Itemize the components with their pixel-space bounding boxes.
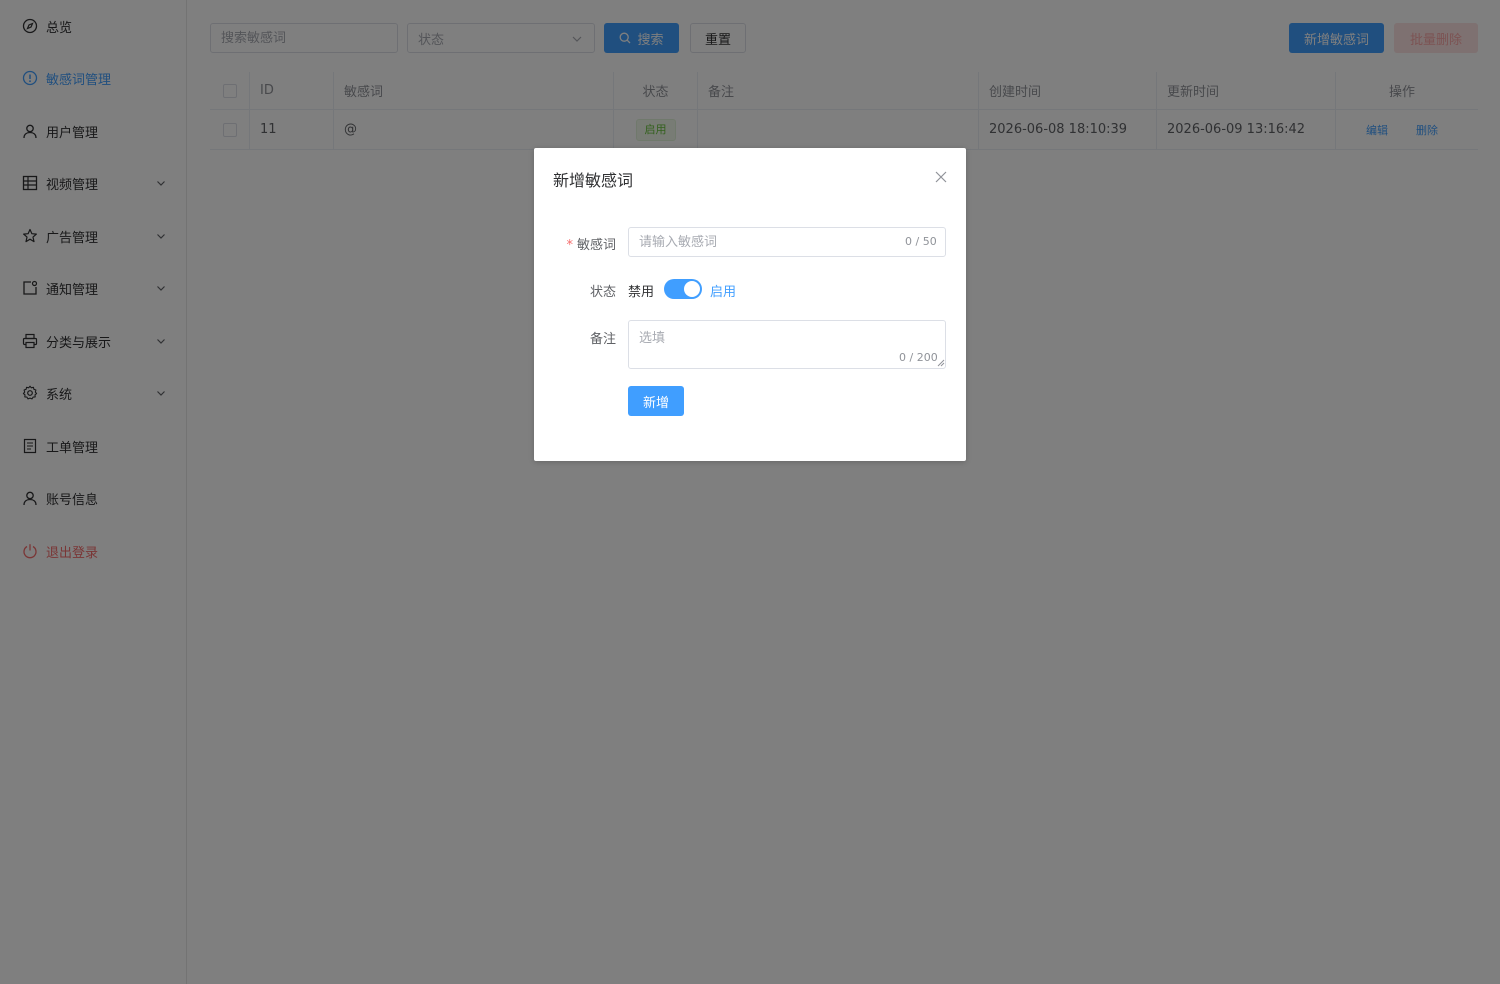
word-label-text: 敏感词 — [576, 238, 616, 253]
switch-on-label: 启用 — [710, 285, 737, 300]
dialog-title: 新增敏感词 — [553, 171, 634, 190]
submit-button-label: 新增 — [642, 395, 669, 411]
add-word-dialog: 新增敏感词 *敏感词 0 / 50 状态 禁用 启用 备注 0 / 200 新增 — [534, 148, 966, 461]
resize-handle-icon[interactable] — [937, 359, 945, 367]
toggle-knob — [684, 281, 700, 297]
word-label: * 敏感词 — [534, 234, 616, 253]
status-toggle[interactable] — [664, 279, 702, 299]
remark-label: 备注 — [589, 332, 616, 347]
submit-button[interactable]: 新增 — [628, 386, 684, 416]
remark-counter: 0 / 200 — [899, 351, 938, 364]
required-mark: * — [566, 238, 573, 253]
word-counter: 0 / 50 — [905, 235, 937, 248]
status-label: 状态 — [589, 285, 616, 300]
word-input[interactable] — [628, 227, 946, 257]
switch-off-label: 禁用 — [628, 285, 655, 300]
close-icon[interactable] — [935, 171, 947, 183]
